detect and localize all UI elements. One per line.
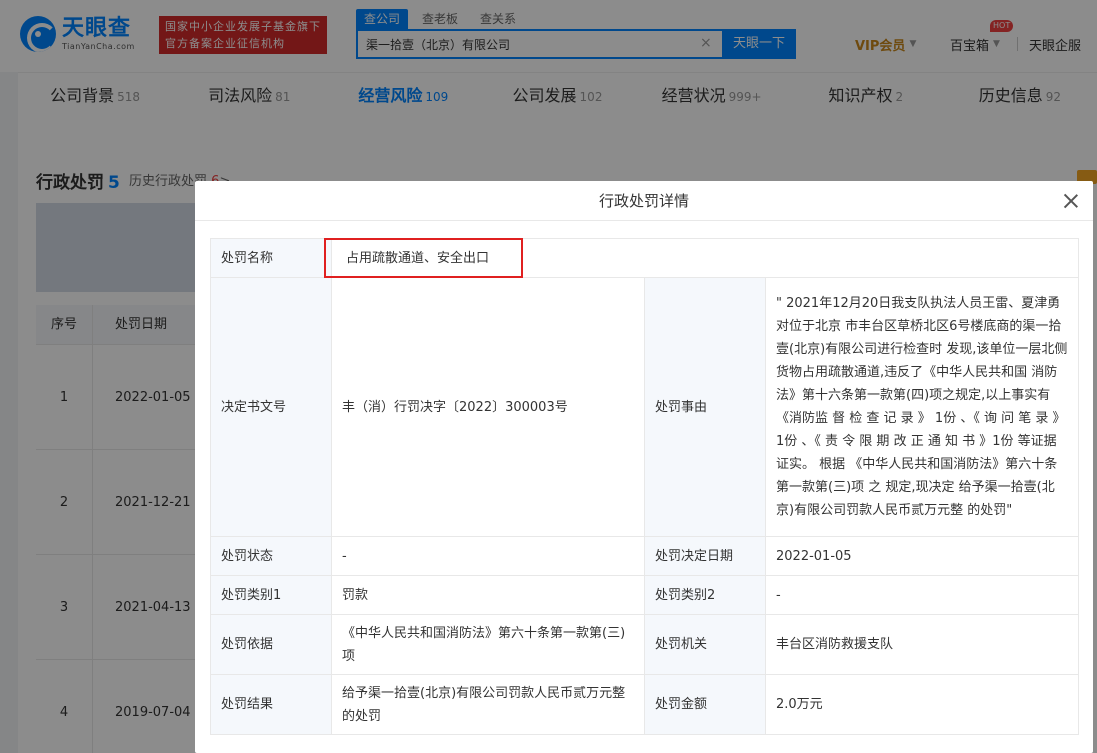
field-value: 丰台区消防救援支队: [764, 614, 1080, 675]
detail-row: 处罚状态 - 处罚决定日期 2022-01-05: [210, 536, 1080, 576]
close-icon[interactable]: [1061, 191, 1081, 211]
modal-header: 行政处罚详情: [195, 181, 1093, 221]
field-value: 2022-01-05: [764, 536, 1080, 576]
field-label: 处罚机关: [644, 614, 766, 675]
detail-row: 处罚结果 给予渠一拾壹(北京)有限公司罚款人民币贰万元整 的处罚 处罚金额 2.…: [210, 674, 1080, 735]
field-label: 处罚依据: [210, 614, 332, 675]
detail-row: 决定书文号 丰（消）行罚决字〔2022〕300003号 处罚事由 " 2021年…: [210, 277, 1080, 537]
field-label: 决定书文号: [210, 277, 332, 537]
field-value: 2.0万元: [764, 674, 1080, 735]
detail-row: 处罚名称 占用疏散通道、安全出口: [210, 238, 1080, 278]
field-value-penalty-reason: " 2021年12月20日我支队执法人员王雷、夏津勇对位于北京 市丰台区草桥北区…: [764, 277, 1080, 537]
field-value: 《中华人民共和国消防法》第六十条第一款第(三)项: [331, 614, 645, 675]
field-value: -: [764, 575, 1080, 615]
field-label: 处罚金额: [644, 674, 766, 735]
field-label: 处罚类别2: [644, 575, 766, 615]
field-value: 给予渠一拾壹(北京)有限公司罚款人民币贰万元整 的处罚: [331, 674, 645, 735]
field-label: 处罚状态: [210, 536, 332, 576]
field-label: 处罚类别1: [210, 575, 332, 615]
field-value: 罚款: [331, 575, 645, 615]
field-label: 处罚决定日期: [644, 536, 766, 576]
detail-row: 处罚依据 《中华人民共和国消防法》第六十条第一款第(三)项 处罚机关 丰台区消防…: [210, 614, 1080, 675]
field-label: 处罚结果: [210, 674, 332, 735]
field-value: -: [331, 536, 645, 576]
field-value-penalty-name: 占用疏散通道、安全出口: [330, 238, 1080, 278]
field-label: 处罚事由: [644, 277, 766, 537]
detail-table: 处罚名称 占用疏散通道、安全出口 决定书文号 丰（消）行罚决字〔2022〕300…: [210, 238, 1080, 735]
field-label: 处罚名称: [210, 238, 332, 278]
detail-row: 处罚类别1 罚款 处罚类别2 -: [210, 575, 1080, 615]
field-value: 丰（消）行罚决字〔2022〕300003号: [331, 277, 645, 537]
modal-title: 行政处罚详情: [598, 192, 689, 210]
penalty-detail-modal: 行政处罚详情 处罚名称 占用疏散通道、安全出口 决定书文号 丰（消）行罚决字〔2…: [195, 181, 1093, 753]
